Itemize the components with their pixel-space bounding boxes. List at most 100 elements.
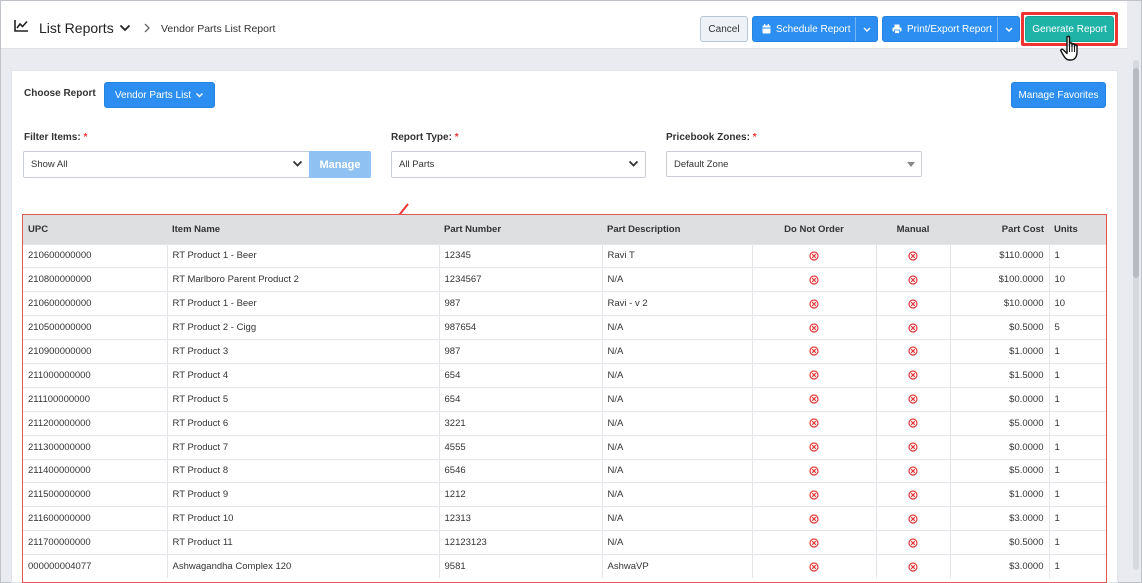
cell-do-not-order: [751, 411, 876, 436]
column-header-upc[interactable]: UPC: [23, 215, 167, 244]
cell-upc: 211200000000: [28, 417, 91, 429]
pricebook-zones-select[interactable]: Default Zone: [666, 151, 922, 177]
column-header-units[interactable]: Units: [1049, 215, 1106, 244]
column-header-manual[interactable]: Manual: [876, 215, 950, 244]
table-row[interactable]: 211200000000 RT Product 6 3221 N/A $5.0000 1: [23, 411, 1106, 436]
chevron-down-icon: [292, 160, 303, 167]
x-circle-icon: [908, 346, 918, 357]
cell-part-number: 654: [438, 363, 602, 388]
manage-button[interactable]: Manage: [309, 151, 371, 178]
cell-part-cost: $3.0000: [949, 506, 1049, 531]
cell-part-cost: $110.0000: [949, 244, 1049, 268]
cell-manual: [875, 267, 950, 292]
cell-part-description: N/A: [601, 506, 752, 531]
x-circle-icon: [809, 394, 819, 404]
cell-upc: 211600000000: [28, 513, 91, 525]
cell-units: 1: [1048, 482, 1106, 507]
cell-part-description: N/A: [601, 482, 752, 507]
cell-part-description: N/A: [601, 387, 752, 412]
required-marker: *: [83, 132, 88, 143]
cell-item-name: RT Product 10: [166, 506, 439, 531]
cell-part-cost: $1.0000: [949, 339, 1049, 364]
table-row[interactable]: 210800000000 RT Marlboro Parent Product 2…: [23, 267, 1106, 292]
schedule-dropdown-toggle[interactable]: [855, 17, 877, 41]
x-circle-icon: [809, 442, 819, 452]
cell-part-number: 12345: [438, 244, 602, 268]
cell-item-name: RT Product 1 - Beer: [166, 244, 439, 268]
report-type-select[interactable]: All Parts: [391, 151, 646, 178]
column-header-part-description[interactable]: Part Description: [602, 215, 752, 244]
cell-do-not-order: [751, 339, 876, 364]
cell-part-cost: $0.0000: [949, 387, 1049, 412]
cell-upc: 210500000000: [28, 322, 92, 334]
cell-item-name: RT Product 1 - Beer: [166, 291, 439, 316]
report-type-value: All Parts: [399, 159, 435, 170]
cell-manual: [875, 435, 950, 460]
column-header-item-name[interactable]: Item Name: [167, 215, 439, 244]
chevron-down-icon: [628, 160, 639, 167]
chevron-down-icon[interactable]: [119, 24, 131, 32]
schedule-report-button[interactable]: Schedule Report: [752, 16, 878, 42]
report-select-dropdown[interactable]: Vendor Parts List: [104, 82, 215, 108]
cell-upc: 000000004077: [28, 561, 92, 573]
cell-units: 1: [1048, 339, 1106, 364]
cell-part-cost: $5.0000: [949, 411, 1049, 436]
cell-do-not-order: [751, 506, 876, 531]
x-circle-icon: [908, 442, 918, 452]
scrollbar-thumb[interactable]: [1133, 68, 1139, 278]
cell-do-not-order: [751, 482, 876, 507]
filter-items-value: Show All: [31, 159, 68, 170]
cell-part-cost: $10.0000: [949, 291, 1049, 316]
x-circle-icon: [809, 346, 819, 357]
table-row[interactable]: 211500000000 RT Product 9 1212 N/A $1.0000 1: [23, 482, 1106, 507]
table-row[interactable]: 211100000000 RT Product 5 654 N/A $0.0000 1: [23, 387, 1106, 412]
column-header-do-not-order[interactable]: Do Not Order: [752, 215, 876, 244]
cancel-button-label: Cancel: [708, 23, 740, 35]
cancel-button[interactable]: Cancel: [700, 16, 748, 42]
page-title[interactable]: List Reports: [39, 20, 114, 36]
manage-favorites-button[interactable]: Manage Favorites: [1011, 82, 1106, 108]
cell-manual: [875, 291, 950, 316]
cell-manual: [875, 506, 950, 531]
report-select-value: Vendor Parts List: [114, 89, 192, 101]
cell-units: 10: [1048, 291, 1106, 316]
cell-item-name: RT Product 11: [166, 530, 439, 555]
required-marker: *: [752, 132, 757, 143]
table-row[interactable]: 211000000000 RT Product 4 654 N/A $1.5000 1: [23, 363, 1106, 388]
cell-item-name: RT Product 8: [166, 459, 439, 483]
cell-part-description: N/A: [601, 411, 752, 436]
x-circle-icon: [809, 514, 819, 524]
x-circle-icon: [908, 275, 918, 285]
table-row[interactable]: 210900000000 RT Product 3 987 N/A $1.0000 1: [23, 339, 1106, 364]
cell-units: 5: [1048, 315, 1106, 340]
column-header-part-cost[interactable]: Part Cost: [950, 215, 1049, 244]
print-export-button[interactable]: Print/Export Report: [882, 16, 1020, 42]
x-circle-icon: [809, 418, 819, 428]
cell-do-not-order: [751, 530, 876, 555]
column-header-part-number[interactable]: Part Number: [439, 215, 602, 244]
cell-part-number: 12313: [438, 506, 602, 531]
x-circle-icon: [809, 562, 819, 572]
table-row[interactable]: 211700000000 RT Product 11 12123123 N/A $0.5…: [23, 530, 1106, 555]
x-circle-icon: [809, 466, 819, 476]
manage-button-label: Manage: [319, 158, 361, 171]
cell-units: 1: [1048, 387, 1106, 412]
table-row[interactable]: 000000004077 Ashwagandha Complex 120 9581 A…: [23, 554, 1106, 579]
cell-units: 1: [1048, 554, 1106, 579]
filter-items-select[interactable]: Show All: [23, 151, 310, 178]
x-circle-icon: [809, 370, 819, 380]
table-row[interactable]: 210500000000 RT Product 2 - Cigg 987654 N/A…: [23, 315, 1106, 340]
table-row[interactable]: 211400000000 RT Product 8 6546 N/A $5.0000 1: [23, 459, 1106, 483]
cell-manual: [875, 363, 950, 388]
table-row[interactable]: 210600000000 RT Product 1 - Beer 12345 Ravi…: [23, 244, 1106, 268]
cell-manual: [875, 387, 950, 412]
cell-part-description: N/A: [601, 530, 752, 555]
table-row[interactable]: 210600000000 RT Product 1 - Beer 987 Ravi -…: [23, 291, 1106, 316]
cell-part-cost: $3.0000: [949, 554, 1049, 579]
cell-part-number: 654: [438, 387, 602, 412]
table-row[interactable]: 211600000000 RT Product 10 12313 N/A $3.0000…: [23, 506, 1106, 531]
print-dropdown-toggle[interactable]: [997, 17, 1019, 41]
x-circle-icon: [908, 466, 918, 476]
cell-manual: [875, 339, 950, 364]
table-row[interactable]: 211300000000 RT Product 7 4555 N/A $0.0000 1: [23, 435, 1106, 460]
